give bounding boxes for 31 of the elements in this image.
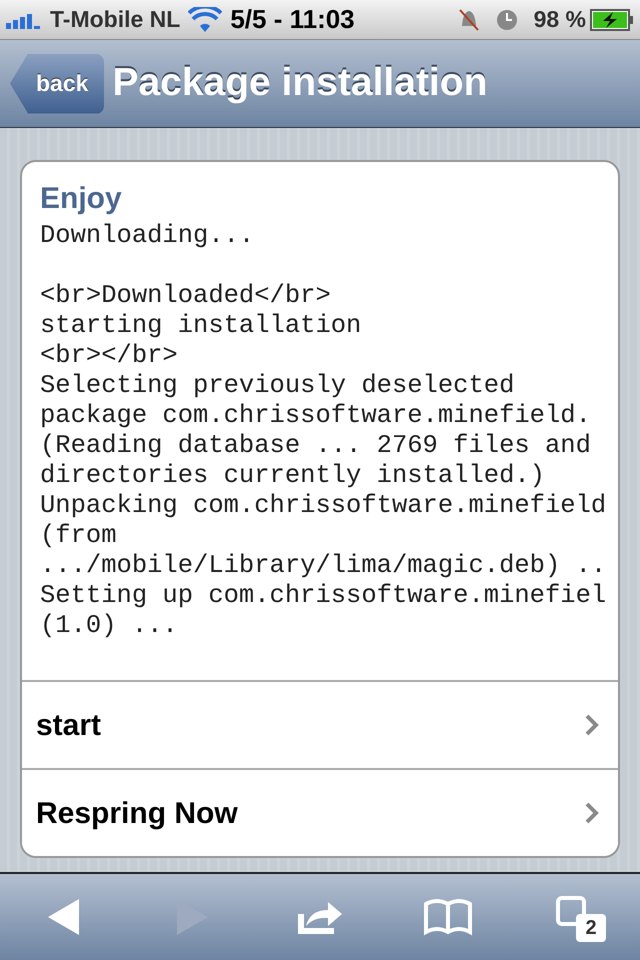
wifi-icon xyxy=(188,6,222,32)
log-line: Selecting previously deselected xyxy=(40,371,514,401)
card-title: Enjoy xyxy=(39,181,123,217)
log-line: <br></br> xyxy=(40,341,178,371)
clock-icon xyxy=(496,8,518,30)
tab-count: 2 xyxy=(576,914,606,942)
battery-percent: 98 % xyxy=(534,5,586,34)
log-line: package com.chrissoftware.minefield. xyxy=(40,401,591,431)
carrier-name: T-Mobile NL xyxy=(50,5,180,34)
item-label: Respring Now xyxy=(36,796,238,832)
item-label: start xyxy=(36,708,102,744)
muted-bell-icon xyxy=(458,8,480,32)
log-line: (from xyxy=(40,521,117,551)
log-line: <br>Downloaded</br> xyxy=(40,281,331,311)
log-line: Downloading... xyxy=(40,221,254,251)
chevron-icon xyxy=(584,801,600,825)
log-line: .../mobile/Library/lima/magic.deb) .. xyxy=(40,551,606,581)
back-button[interactable]: back xyxy=(10,54,104,114)
page-title: Package installation xyxy=(112,60,488,106)
chevron-icon xyxy=(584,713,600,737)
status-time: 5/5 - 11:03 xyxy=(230,3,355,36)
log-line: directories currently installed.) xyxy=(40,461,545,491)
log-line: Setting up com.chrissoftware.minefiel xyxy=(40,581,606,611)
log-line: starting installation xyxy=(40,311,362,341)
book-icon xyxy=(423,898,473,936)
toolbar-button[interactable]: 2 xyxy=(536,882,616,952)
log-line: (1.0) ... xyxy=(40,611,178,641)
list-item[interactable]: Respring Now xyxy=(22,768,618,856)
log-line: Unpacking com.chrissoftware.minefield xyxy=(40,491,606,521)
log-line: (Reading database ... 2769 files and xyxy=(40,431,591,461)
back-icon xyxy=(47,898,81,936)
